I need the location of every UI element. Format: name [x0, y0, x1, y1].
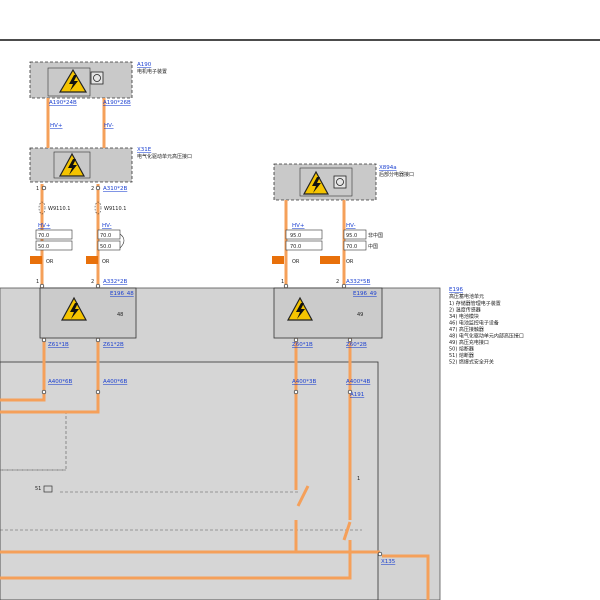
- a191-panel: [0, 361, 379, 600]
- left-cs-right: 70.0: [100, 233, 111, 239]
- hv-minus-label-top[interactable]: HV-: [104, 123, 114, 129]
- right-len-right: 70.0: [346, 244, 357, 250]
- wire-left-label: W9110.1: [48, 206, 70, 212]
- x31e-pin[interactable]: A310*2B: [103, 186, 128, 192]
- e196-legend-item: 2) 温度传感器: [449, 307, 481, 314]
- e196-legend-item: 47) 高压接触器: [449, 326, 484, 333]
- e196-ref[interactable]: E196: [449, 287, 463, 293]
- e196-legend-item: 46) 电池监控电子设备: [449, 320, 499, 327]
- e196-legend-item: 48) 电气化驱动单元内部高压接口: [449, 333, 524, 340]
- right-e196-tag[interactable]: E196_49: [353, 291, 377, 297]
- x135-ref[interactable]: X135: [381, 559, 396, 565]
- a190-pin-right[interactable]: A190*26B: [103, 100, 131, 106]
- gear-component-icon: [90, 71, 104, 85]
- x31e-component: [29, 147, 133, 183]
- wire-right-label: W9110.1: [104, 206, 126, 212]
- x31e-num-right: 2: [91, 186, 94, 192]
- a190-desc: 电机电子装置: [137, 68, 167, 75]
- right-hv-plus[interactable]: HV+: [292, 223, 305, 229]
- left-num-right: 2: [91, 279, 94, 285]
- right-num-right: 2: [336, 279, 339, 285]
- left-color-left: OR: [46, 259, 54, 265]
- right-z-left[interactable]: Z60*1B: [292, 342, 313, 348]
- label-1: 1: [357, 476, 360, 482]
- left-a400-left[interactable]: A400*6B: [48, 379, 73, 385]
- right-a332-pin[interactable]: A332*5B: [346, 279, 371, 285]
- right-num-left: 1: [281, 279, 284, 285]
- right-color-left: OR: [292, 259, 300, 265]
- left-color-right: OR: [102, 259, 110, 265]
- right-color-right: OR: [346, 259, 354, 265]
- a190-ref[interactable]: A190: [137, 62, 152, 68]
- e196-legend-item: 50) 熔断器: [449, 346, 474, 353]
- left-len-left: 50.0: [38, 244, 49, 250]
- left-a400-right[interactable]: A400*6B: [103, 379, 128, 385]
- right-hv-minus[interactable]: HV-: [346, 223, 356, 229]
- right-cs-right: 95.0: [346, 233, 357, 239]
- right-inner-num: 49: [357, 312, 363, 318]
- wiring-diagram: A190 电机电子装置 A190*24B A190*26B HV+ HV- X3…: [0, 39, 600, 600]
- x31e-num-left: 1: [36, 186, 39, 192]
- a191-ref[interactable]: A191: [350, 392, 364, 398]
- e196-legend: 1) 存储器管理电子装置2) 温度传感器34) 电池模块46) 电池监控电子设备…: [449, 300, 524, 366]
- left-z-right[interactable]: Z61*2B: [103, 342, 124, 348]
- right-note-2: 中国: [368, 243, 378, 250]
- x894a-ref[interactable]: X894a: [379, 165, 397, 171]
- right-len-left: 70.0: [290, 244, 301, 250]
- x31e-desc: 电气化驱动单元高压接口: [137, 153, 192, 160]
- e196-legend-item: 1) 存储器管理电子装置: [449, 300, 501, 307]
- x894a-desc: 后部分电器接口: [379, 171, 414, 178]
- e196-legend-item: 52) 燃爆式安全开关: [449, 359, 494, 366]
- right-cs-left: 95.0: [290, 233, 301, 239]
- gear-component-icon: [333, 175, 347, 189]
- e196-legend-item: 34) 电池模块: [449, 313, 479, 320]
- left-len-right: 50.0: [100, 244, 111, 250]
- right-a400-left[interactable]: A400*3B: [292, 379, 317, 385]
- left-inner-num: 48: [117, 312, 123, 318]
- x31e-ref[interactable]: X31E: [137, 147, 152, 153]
- right-z-right[interactable]: Z60*2B: [346, 342, 367, 348]
- a190-pin-left[interactable]: A190*24B: [49, 100, 77, 106]
- right-note-1: 非中国: [368, 232, 383, 239]
- left-e196-tag[interactable]: E196_48: [110, 291, 134, 297]
- right-a400-right[interactable]: A400*4B: [346, 379, 371, 385]
- hv-plus-label-top[interactable]: HV+: [50, 123, 63, 129]
- label-51: 51: [35, 486, 41, 492]
- e196-legend-item: 49) 高压充电接口: [449, 339, 489, 346]
- e196-legend-item: 51) 熔断器: [449, 352, 474, 359]
- left-a332-pin[interactable]: A332*2B: [103, 279, 128, 285]
- left-num-left: 1: [36, 279, 39, 285]
- left-z-left[interactable]: Z61*1B: [48, 342, 69, 348]
- e196-title: 高压蓄电池单元: [449, 293, 484, 300]
- left-hv-plus[interactable]: HV+: [38, 223, 51, 229]
- left-cs-left: 70.0: [38, 233, 49, 239]
- left-hv-minus[interactable]: HV-: [102, 223, 112, 229]
